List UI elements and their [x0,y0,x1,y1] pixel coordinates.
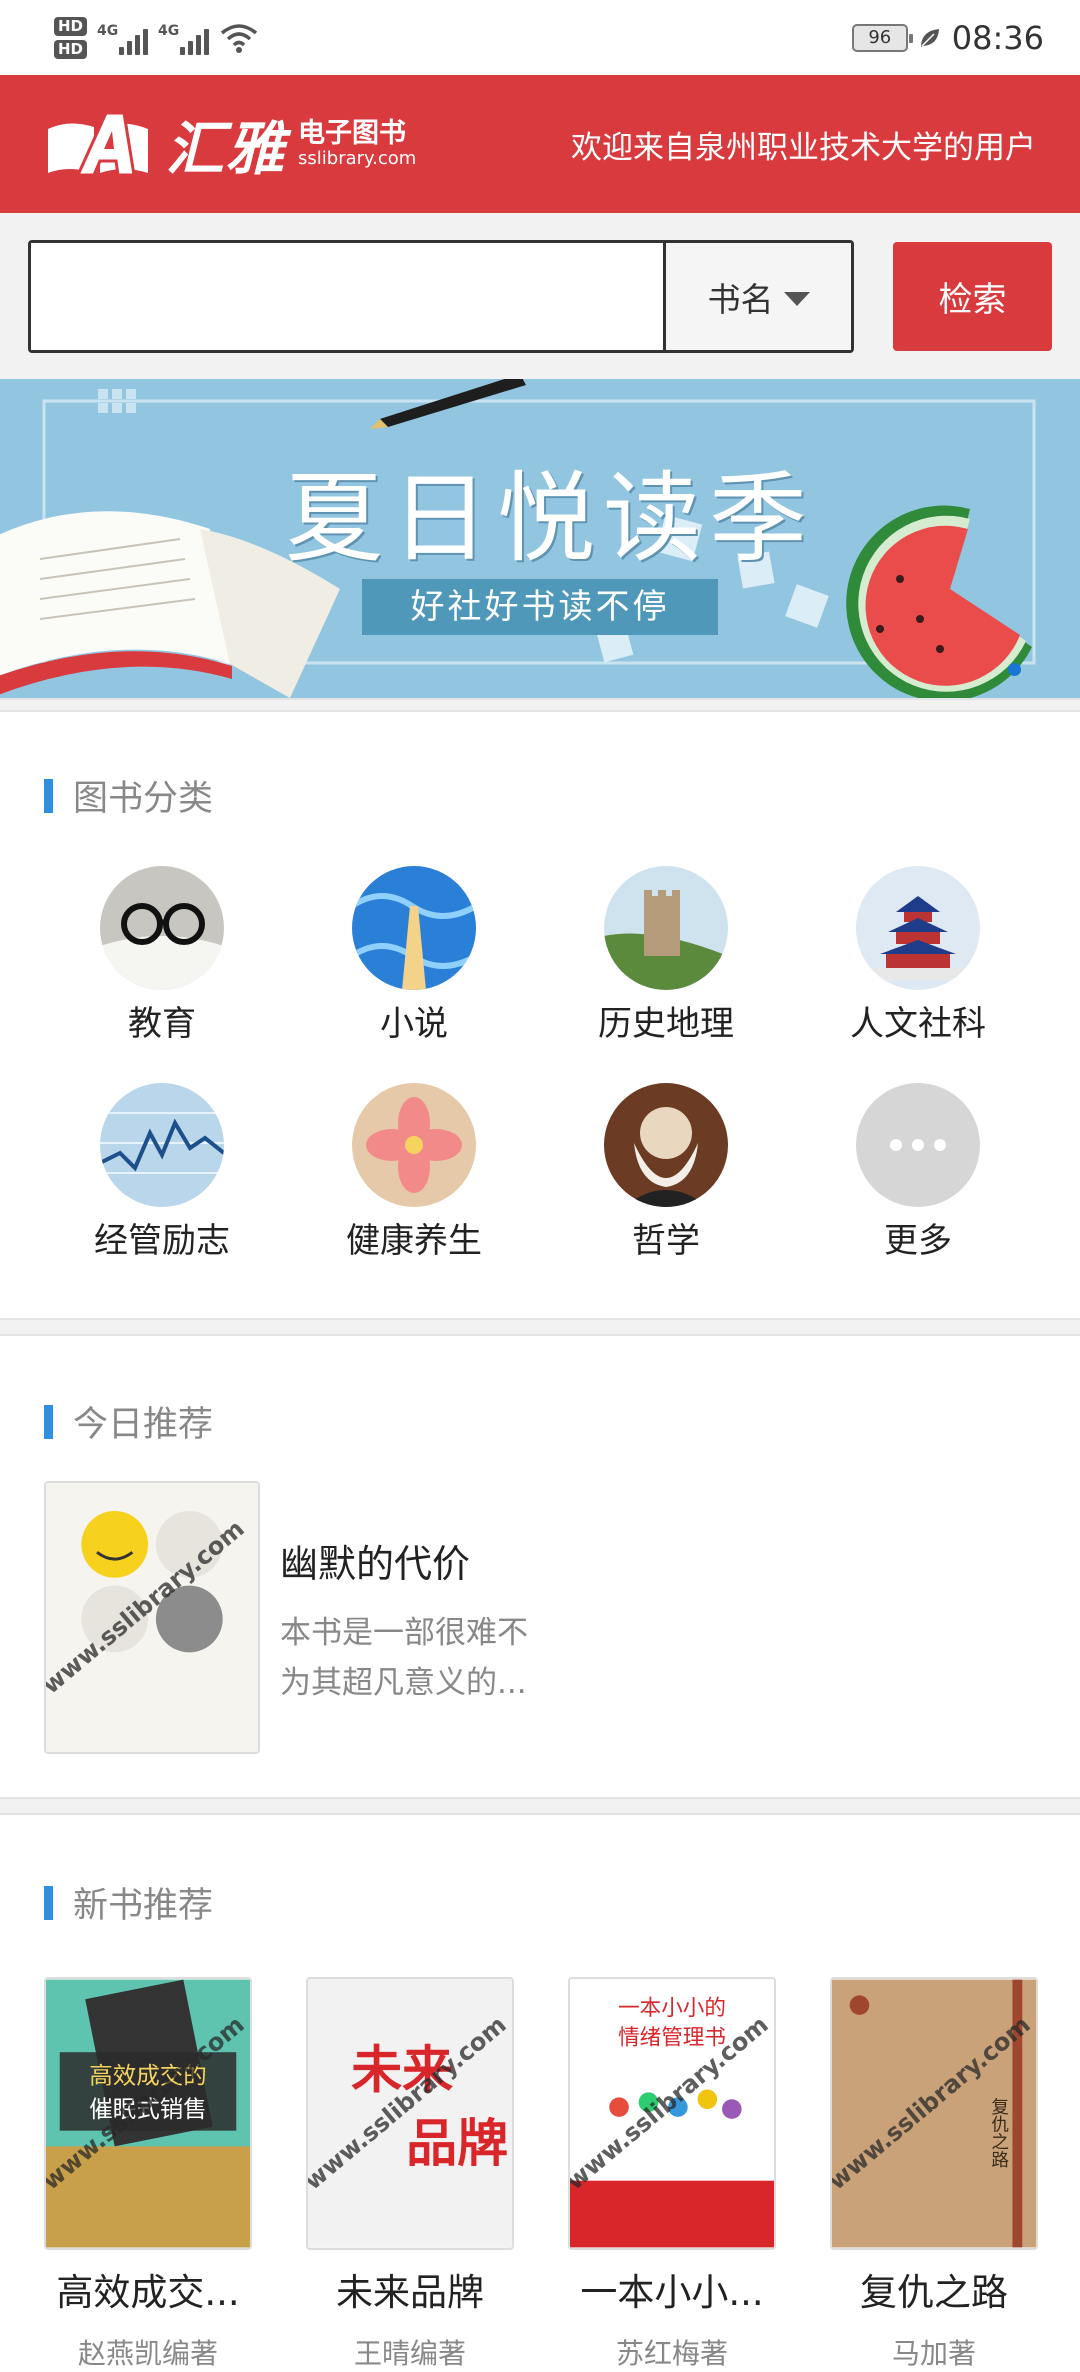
cover-text: 情绪管理书 [618,2025,726,2050]
category-humanities[interactable]: 人文社科 [792,866,1044,1045]
heading-accent [44,1404,53,1439]
search-type-select[interactable]: 书名 [663,243,851,350]
status-left: HD HD 4G 4G [54,16,259,59]
search-box: 书名 [28,240,854,353]
carousel-indicator[interactable] [1008,663,1021,676]
book-cover[interactable]: 一本小小的 情绪管理书 www.sslibrary.com [568,1977,776,2250]
network-type-2: 4G [158,22,180,39]
more-dots-icon [856,1083,980,1207]
category-education[interactable]: 教育 [36,866,288,1045]
status-right: 96 08:36 [851,18,1044,57]
hd-badge-1: HD [54,16,88,36]
today-heading-text: 今日推荐 [73,1405,214,1445]
network-type-1: 4G [97,22,119,39]
book-cover[interactable]: www.sslibrary.com [44,1481,260,1754]
search-button[interactable]: 检索 [893,242,1052,351]
today-info: 幽默的代价 本书是一部很难不为其超凡意义的... [280,1481,550,1754]
book-author: 赵燕凯编著 [77,2337,218,2370]
category-label: 哲学 [632,1221,700,1261]
logo[interactable]: 汇雅 电子图书 sslibrary.com [44,102,416,186]
wifi-icon [220,23,258,53]
glasses-book-icon [100,866,224,990]
today-heading: 今日推荐 [44,1396,213,1447]
search-input[interactable] [31,243,663,350]
category-label: 教育 [128,1004,196,1044]
book-author: 苏红梅著 [615,2337,728,2370]
newbooks-heading-text: 新书推荐 [73,1886,214,1926]
category-label: 健康养生 [346,1221,482,1261]
cover-text: 复仇之路 [989,2097,1009,2168]
welcome-message: 欢迎来自泉州职业技术大学的用户 [571,129,1036,166]
battery-icon: 96 [851,23,913,52]
logo-text: 汇雅 [166,115,287,183]
status-bar: HD HD 4G 4G 96 08:36 [0,0,1080,75]
app-header: 汇雅 电子图书 sslibrary.com 欢迎来自泉州职业技术大学的用户 [0,75,1080,213]
clock: 08:36 [951,18,1044,57]
category-health[interactable]: 健康养生 [288,1083,540,1262]
new-book-item[interactable]: 未来 品牌 www.sslibrary.com 未来品牌 王晴编著 [306,1977,568,2372]
book-title[interactable]: 幽默的代价 [280,1533,550,1588]
today-recommendation[interactable]: www.sslibrary.com 幽默的代价 本书是一部很难不为其超凡意义的.… [44,1481,550,1754]
book-author: 马加著 [891,2337,976,2370]
great-wall-icon [604,866,728,990]
caret-down-icon [783,291,810,306]
book-title: 高效成交... [56,2271,240,2314]
category-label: 人文社科 [850,1004,986,1044]
leaf-icon [920,28,939,47]
category-label: 历史地理 [598,1004,734,1044]
category-philosophy[interactable]: 哲学 [540,1083,792,1262]
stock-chart-icon [100,1083,224,1207]
hd-badge-2: HD [54,39,88,59]
category-heading-text: 图书分类 [73,779,214,819]
temple-icon [856,866,980,990]
category-fiction[interactable]: 小说 [288,866,540,1045]
signal-2-icon: 4G [158,21,210,55]
category-label: 更多 [884,1221,952,1261]
cover-text: 一本小小的 [618,1996,726,2021]
newbooks-heading: 新书推荐 [44,1877,213,1928]
open-book-logo-icon [48,111,148,177]
new-book-item[interactable]: 高效成交的 催眠式销售 www.sslibrary.com 高效成交... 赵燕… [44,1977,306,2372]
divider [0,1797,1080,1815]
category-label: 小说 [380,1004,448,1044]
heading-accent [44,778,53,813]
book-author: 王晴编著 [353,2337,466,2370]
book-cover[interactable]: 未来 品牌 www.sslibrary.com [306,1977,514,2250]
logo-subtitle: 电子图书 sslibrary.com [298,119,416,168]
new-book-item[interactable]: 一本小小的 情绪管理书 www.sslibrary.com 一本小小... 苏红… [568,1977,830,2372]
banner-title: 夏日悦读季 [284,462,815,576]
book-title: 未来品牌 [336,2271,484,2314]
book-title: 复仇之路 [860,2271,1008,2314]
banner-subtitle: 好社好书读不停 [362,579,718,635]
hd-indicators: HD HD [54,16,88,59]
cover-text: 品牌 [406,2115,508,2174]
book-description: 本书是一部很难不为其超凡意义的... [280,1615,528,1701]
search-bar: 书名 检索 [0,213,1080,379]
book-cover[interactable]: 复仇之路 www.sslibrary.com [830,1977,1038,2250]
flower-icon [352,1083,476,1207]
book-cover[interactable]: 高效成交的 催眠式销售 www.sslibrary.com [44,1977,252,2250]
divider [0,698,1080,712]
category-history-geography[interactable]: 历史地理 [540,866,792,1045]
category-label: 经管励志 [94,1221,230,1261]
book-title: 一本小小... [580,2271,764,2314]
heading-accent [44,1885,53,1920]
logo-sub-en: sslibrary.com [298,147,417,169]
search-type-label: 书名 [707,279,774,319]
category-heading: 图书分类 [44,770,213,821]
new-books-list: 高效成交的 催眠式销售 www.sslibrary.com 高效成交... 赵燕… [44,1977,1080,2372]
category-more[interactable]: 更多 [792,1083,1044,1262]
new-book-item[interactable]: 复仇之路 www.sslibrary.com 复仇之路 马加著 [830,1977,1080,2372]
promo-banner[interactable]: 夏日悦读季 好社好书读不停 [0,379,1080,698]
logo-sub-cn: 电子图书 [298,118,407,150]
category-grid: 教育 小说 历史地理 人文社科 经管励志 健康养生 哲学 更多 [0,866,1080,1262]
portrait-icon [604,1083,728,1207]
signal-1-icon: 4G [97,21,149,55]
category-business[interactable]: 经管励志 [36,1083,288,1262]
fantasy-icon [352,866,476,990]
divider [0,1318,1080,1336]
